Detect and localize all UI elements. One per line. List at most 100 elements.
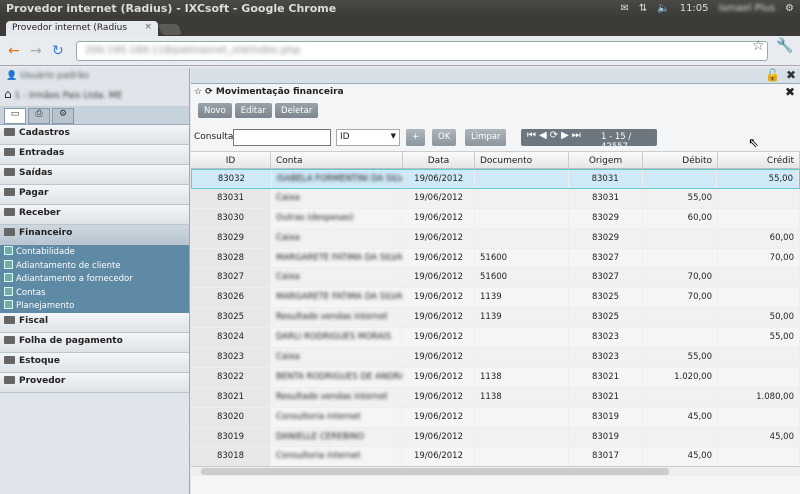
table-cell: 83023	[569, 328, 643, 348]
table-cell: 83030	[191, 208, 271, 228]
column-header[interactable]: Documento	[475, 152, 569, 168]
submenu-item-contabilidade[interactable]: Contabilidade	[0, 245, 189, 259]
table-cell: 45,00	[643, 407, 718, 427]
table-cell: Consultoria internet	[271, 407, 403, 427]
back-icon[interactable]: ←	[8, 43, 20, 59]
favorite-star-icon[interactable]: ☆	[194, 87, 202, 97]
settings-icon[interactable]: ⚙	[52, 108, 74, 124]
pager-controls-icon[interactable]: ⏮◀⟳▶⏭	[527, 130, 584, 141]
table-cell: MARGARETE FATIMA DA SILVA	[271, 248, 403, 268]
table-row[interactable]: 83032 ISABELA FORMENTINI DA SILVA 19/06/20…	[191, 169, 800, 189]
table-row[interactable]: 83022 BENTA RODRIGUES DE ANDRADE 19/06/201…	[191, 367, 800, 388]
table-cell	[643, 427, 718, 447]
clear-button[interactable]: Limpar	[465, 129, 507, 146]
reload-icon[interactable]: ↻	[52, 43, 64, 59]
forward-icon[interactable]: →	[30, 43, 42, 59]
refresh-icon[interactable]: ⟳	[205, 87, 213, 97]
add-filter-button[interactable]: +	[406, 129, 426, 146]
new-tab-button[interactable]	[157, 24, 183, 35]
table-row[interactable]: 83019 DANIELLE CEREBINO 19/06/2012 83019 45,…	[191, 427, 800, 448]
table-row[interactable]: 83031 Caixa 19/06/2012 83031 55,00	[191, 188, 800, 209]
submenu-item-adiantamento-fornecedor[interactable]: Adiantamento a fornecedor	[0, 272, 189, 286]
user-name[interactable]: Ismael Plus	[719, 3, 776, 14]
browser-tab[interactable]: Provedor internet (Radius ×	[6, 21, 158, 36]
volume-icon[interactable]: 🔈	[657, 3, 669, 14]
bookmark-star-icon[interactable]: ☆	[752, 38, 765, 54]
table-cell: 1138	[475, 387, 569, 407]
table-cell: 19/06/2012	[403, 208, 475, 228]
gear-icon[interactable]: ⚙	[785, 3, 794, 14]
column-header[interactable]: Data	[403, 152, 475, 168]
table-row[interactable]: 83021 Resultado vendas internet 19/06/2012…	[191, 387, 800, 408]
table-cell	[475, 407, 569, 427]
table-row[interactable]: 83023 Caixa 19/06/2012 83023 55,00	[191, 348, 800, 368]
table-cell: 19/06/2012	[403, 328, 475, 348]
home-icon: ⌂	[4, 87, 12, 101]
close-icon[interactable]: ×	[144, 22, 152, 32]
column-header[interactable]: Conta	[271, 152, 403, 168]
sidebar-item-folha[interactable]: Folha de pagamento	[0, 332, 189, 353]
edit-button[interactable]: Editar	[234, 103, 272, 118]
column-header[interactable]: Crédit	[718, 152, 800, 168]
panel-top-bar: 🔓 ✖	[191, 68, 800, 84]
table-cell	[643, 308, 718, 328]
window-icon[interactable]: ▭	[4, 108, 26, 124]
table-cell: 83018	[191, 447, 271, 467]
company-info[interactable]: ⌂ 1 - Irmãos Pais Ltda. ME	[0, 85, 189, 107]
column-header[interactable]: Origem	[569, 152, 643, 168]
close-all-icon[interactable]: ✖	[786, 68, 796, 82]
table-cell: 55,00	[643, 348, 718, 367]
window-title: Provedor internet (Radius) - IXCsoft - G…	[6, 2, 337, 15]
table-row[interactable]: 83028 MARGARETE FATIMA DA SILVA 19/06/2012…	[191, 248, 800, 269]
table-cell: 83032	[192, 170, 272, 188]
address-bar[interactable]: 200.195.189.118/palmasnet_old/index.php	[76, 41, 768, 61]
data-table: ID Conta Data Documento Origem Débito Cr…	[191, 151, 800, 468]
submenu-item-adiantamento-cliente[interactable]: Adiantamento de cliente	[0, 259, 189, 273]
sidebar-item-provedor[interactable]: Provedor	[0, 372, 189, 393]
main-panel: 🔓 ✖ ☆ ⟳ Movimentação financeira ✖ Novo E…	[191, 68, 800, 494]
submenu-item-contas[interactable]: Contas	[0, 286, 189, 300]
table-header: ID Conta Data Documento Origem Débito Cr…	[191, 151, 800, 169]
close-icon[interactable]: ✖	[785, 85, 795, 99]
sidebar-item-pagar[interactable]: Pagar	[0, 185, 189, 205]
new-button[interactable]: Novo	[198, 103, 232, 118]
delete-button[interactable]: Deletar	[274, 103, 319, 118]
print-icon[interactable]: ⎙	[28, 108, 50, 124]
sidebar-item-saidas[interactable]: Saídas	[0, 165, 189, 185]
table-cell: Resultado vendas internet	[271, 308, 403, 328]
table-row[interactable]: 83026 MARGARETE FATIMA DA SILVA 19/06/2012…	[191, 288, 800, 309]
sidebar-item-estoque[interactable]: Estoque	[0, 352, 189, 373]
search-input[interactable]	[233, 129, 331, 146]
table-row[interactable]: 83024 DARLI RODRIGUES MORAIS 19/06/2012 830…	[191, 328, 800, 349]
table-row[interactable]: 83029 Caixa 19/06/2012 83029 60,00	[191, 228, 800, 249]
clock[interactable]: 11:05	[680, 3, 709, 14]
sidebar-item-financeiro[interactable]: Financeiro	[0, 225, 189, 245]
table-row[interactable]: 83027 Caixa 19/06/2012 51600 83027 70,00	[191, 268, 800, 289]
column-header[interactable]: Débito	[643, 152, 718, 168]
ok-button[interactable]: OK	[432, 129, 457, 146]
table-cell: 83021	[191, 387, 271, 407]
table-cell: DARLI RODRIGUES MORAIS	[271, 328, 403, 348]
table-cell: 83025	[191, 308, 271, 328]
submenu-item-planejamento[interactable]: Planejamento	[0, 299, 189, 313]
column-header[interactable]: ID	[191, 152, 271, 168]
table-row[interactable]: 83018 Consultoria internet 19/06/2012 83017…	[191, 447, 800, 468]
horizontal-scrollbar[interactable]	[191, 466, 800, 476]
search-field-select[interactable]: ID ▼	[336, 129, 400, 146]
wrench-icon[interactable]: 🔧	[776, 38, 793, 54]
table-cell: 83019	[569, 427, 643, 447]
table-cell: 19/06/2012	[403, 387, 475, 407]
table-cell	[643, 248, 718, 268]
table-row[interactable]: 83025 Resultado vendas internet 19/06/2012…	[191, 308, 800, 329]
sidebar-item-fiscal[interactable]: Fiscal	[0, 312, 189, 333]
unlock-icon[interactable]: 🔓	[765, 68, 780, 82]
sidebar-item-cadastros[interactable]: Cadastros	[0, 125, 189, 145]
table-row[interactable]: 83020 Consultoria internet 19/06/2012 83019…	[191, 407, 800, 428]
network-icon[interactable]: ⇅	[639, 3, 647, 14]
table-row[interactable]: 83030 Outras (despesas) 19/06/2012 83029 60,…	[191, 208, 800, 229]
sidebar-item-receber[interactable]: Receber	[0, 205, 189, 225]
mail-icon[interactable]: ✉	[620, 3, 628, 14]
table-cell: Caixa	[271, 188, 403, 208]
sidebar-tabs: ▭ ⎙ ⚙	[0, 107, 189, 125]
sidebar-item-entradas[interactable]: Entradas	[0, 145, 189, 165]
